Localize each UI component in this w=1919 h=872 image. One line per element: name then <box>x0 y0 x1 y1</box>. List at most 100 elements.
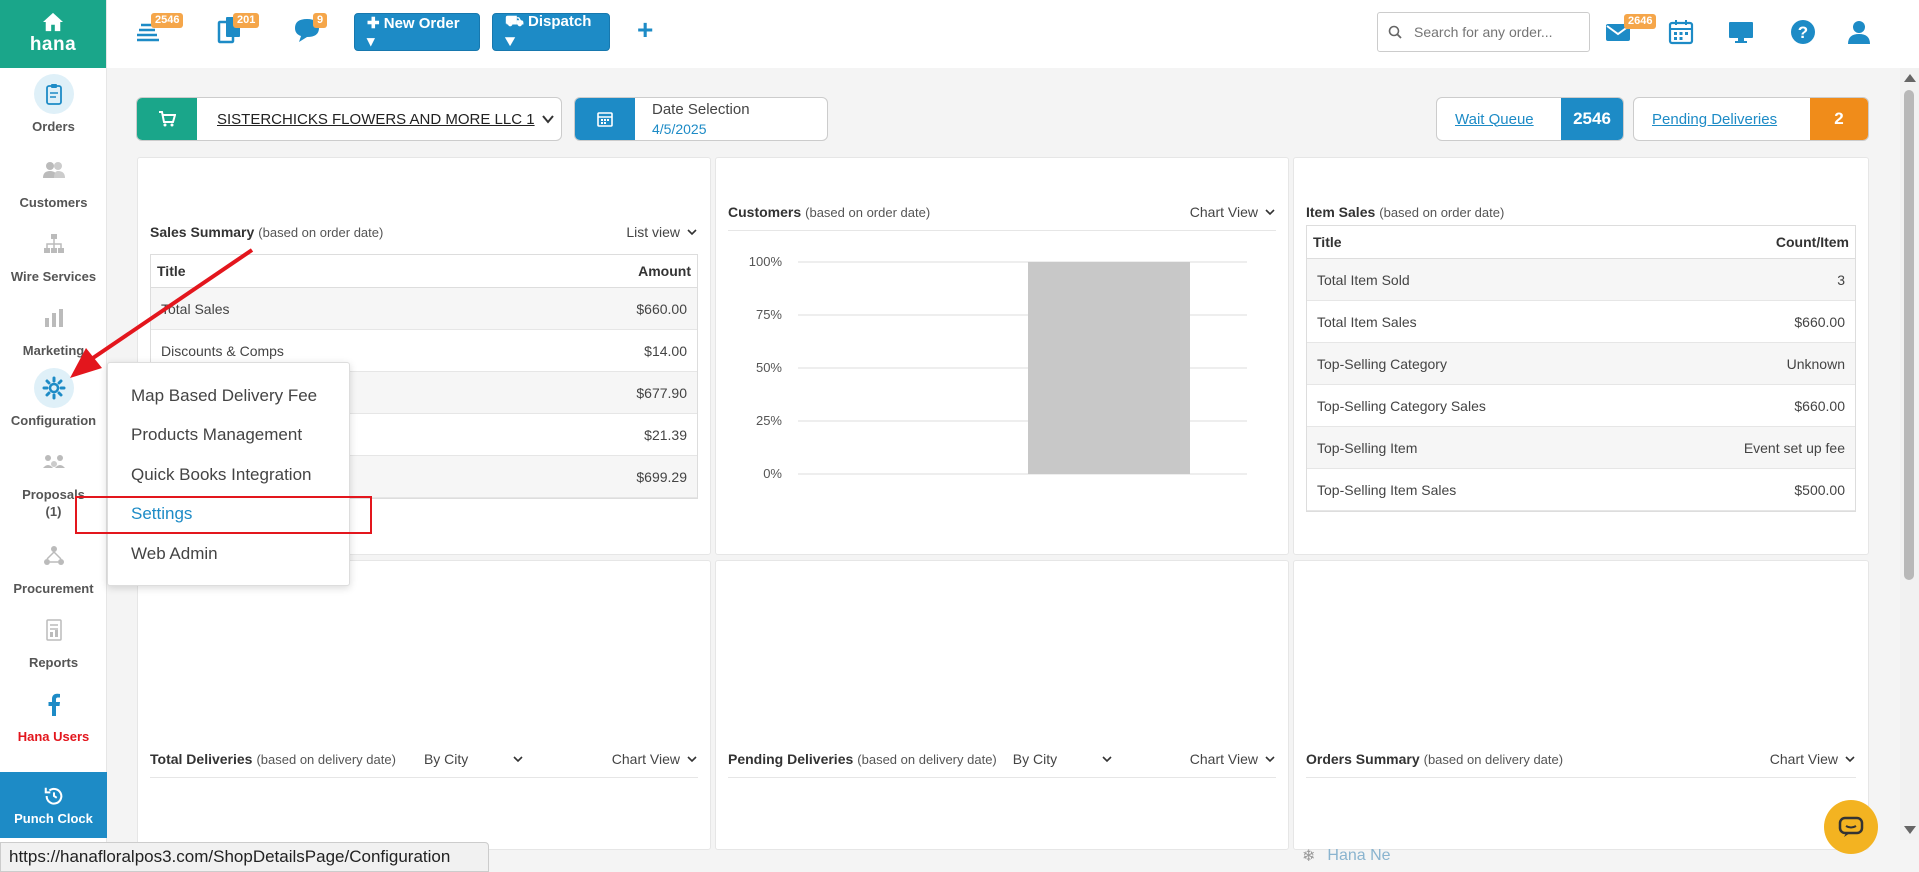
chevron-down-icon <box>1265 756 1275 763</box>
row-value: $660.00 <box>1640 300 1855 343</box>
sidebar-item-marketing[interactable]: Marketing <box>0 298 107 359</box>
sidebar-item-wire-services[interactable]: Wire Services <box>0 224 107 285</box>
y-tick-label: 50% <box>756 360 782 375</box>
pending-deliveries-box[interactable]: Pending Deliveries 2 <box>1633 97 1869 141</box>
group-by-dropdown[interactable]: By City <box>424 751 524 767</box>
dispatch-button[interactable]: ⛟ Dispatch ▾ <box>492 13 610 51</box>
scroll-up-arrow[interactable] <box>1904 74 1916 82</box>
row-amount: $14.00 <box>516 329 697 372</box>
chevron-down-icon <box>1845 756 1855 763</box>
sidebar-item-reports[interactable]: Reports <box>0 610 107 671</box>
chevron-down-icon <box>541 115 554 124</box>
y-tick-label: 25% <box>756 413 782 428</box>
logo[interactable]: hana <box>0 0 106 68</box>
punch-clock-label: Punch Clock <box>14 810 93 826</box>
col-count: Count/Item <box>1640 226 1855 259</box>
sidebar-item-label: Wire Services <box>10 269 97 284</box>
scroll-thumb[interactable] <box>1904 90 1914 580</box>
add-button[interactable]: + <box>637 14 653 46</box>
sidebar-item-configuration[interactable]: Configuration <box>0 368 107 429</box>
chevron-down-icon <box>687 229 697 236</box>
queue-badge: 2546 <box>151 13 184 28</box>
date-selector[interactable]: Date Selection 4/5/2025 <box>574 97 828 141</box>
logo-text: hana <box>29 34 77 55</box>
date-label: Date Selection <box>652 101 750 118</box>
punch-clock-button[interactable]: Punch Clock <box>0 772 107 838</box>
chevron-down-icon <box>1102 756 1112 763</box>
mail-button[interactable]: 2646 <box>1604 14 1657 48</box>
new-order-button[interactable]: ✚ New Order ▾ <box>354 13 480 51</box>
monitor-button[interactable] <box>1727 18 1757 48</box>
pending-deliveries-count: 2 <box>1810 98 1868 140</box>
facebook-icon <box>48 693 60 716</box>
chat-button[interactable]: 9 <box>291 13 328 50</box>
card-title: Sales Summary <box>150 224 255 240</box>
view-label: Chart View <box>1189 751 1258 767</box>
sidebar: hana Orders Customers Wire Services Mark… <box>0 0 107 872</box>
report-icon <box>45 619 62 641</box>
search-input[interactable] <box>1414 24 1584 40</box>
network-icon <box>43 546 64 565</box>
page-scrollbar[interactable] <box>1900 68 1919 840</box>
sidebar-item-procurement[interactable]: Procurement <box>0 536 107 597</box>
shop-selector[interactable]: SISTERCHICKS FLOWERS AND MORE LLC 1 <box>136 97 562 141</box>
help-button[interactable]: ? <box>1789 18 1819 48</box>
customers-chart: 100% 75% 50% 25% 0% <box>749 254 1247 481</box>
menu-item-web-admin[interactable]: Web Admin <box>131 544 218 564</box>
group-by-dropdown[interactable]: By City <box>1013 751 1113 767</box>
chat-widget-button[interactable] <box>1824 800 1878 854</box>
sidebar-item-label: Marketing <box>22 343 85 358</box>
item-sales-table: Title Count/Item Total Item Sold 3 Total … <box>1307 226 1855 511</box>
wait-queue-box[interactable]: Wait Queue 2546 <box>1436 97 1624 141</box>
row-title: Top-Selling Category Sales <box>1307 384 1641 427</box>
view-dropdown[interactable]: Chart View <box>612 751 698 767</box>
menu-item-map-based-delivery-fee[interactable]: Map Based Delivery Fee <box>131 386 317 406</box>
card-subtitle: (based on order date) <box>258 224 384 240</box>
hana-news-ticker[interactable]: ❄ Hana Ne <box>1302 846 1391 866</box>
item-sales-card: Item Sales (based on order date) Title C… <box>1293 157 1869 555</box>
sidebar-item-label: Customers <box>19 195 88 210</box>
view-dropdown[interactable]: Chart View <box>1190 751 1276 767</box>
sidebar-item-orders[interactable]: Orders <box>0 74 107 135</box>
wait-queue-link[interactable]: Wait Queue <box>1437 111 1552 128</box>
row-amount: $677.90 <box>516 371 697 414</box>
card-title: Total Deliveries <box>150 751 253 767</box>
sitemap-icon <box>43 234 64 253</box>
search-icon <box>1388 25 1402 39</box>
item-sales-table-wrap: Title Count/Item Total Item Sold 3 Total … <box>1306 225 1856 512</box>
row-amount: $699.29 <box>516 455 697 498</box>
chart-bar[interactable] <box>1028 262 1190 474</box>
news-text: Hana Ne <box>1327 847 1391 864</box>
monitor-icon <box>1729 22 1753 43</box>
calendar-icon <box>597 112 613 127</box>
menu-item-products-management[interactable]: Products Management <box>131 425 302 445</box>
table-row: Total Item Sales $660.00 <box>1307 300 1855 343</box>
view-dropdown[interactable]: List view <box>626 224 698 240</box>
scroll-down-arrow[interactable] <box>1904 826 1916 834</box>
view-label: Chart View <box>1769 751 1838 767</box>
menu-item-quick-books-integration[interactable]: Quick Books Integration <box>131 465 311 485</box>
row-value: $500.00 <box>1640 468 1855 511</box>
sidebar-item-label: Procurement <box>13 581 94 596</box>
sidebar-item-customers[interactable]: Customers <box>0 150 107 211</box>
bar-chart-icon <box>44 309 63 327</box>
table-row: Top-Selling Category Unknown <box>1307 342 1855 385</box>
search-box <box>1377 12 1590 52</box>
chat-bubble-icon <box>1838 816 1864 837</box>
table-row: Top-Selling Category Sales $660.00 <box>1307 384 1855 427</box>
calendar-button[interactable] <box>1667 18 1697 48</box>
table-row: Top-Selling Item Sales $500.00 <box>1307 468 1855 511</box>
group-by-label: By City <box>1012 751 1058 767</box>
view-dropdown[interactable]: Chart View <box>1770 751 1856 767</box>
sidebar-item-label: Configuration <box>10 413 97 428</box>
view-label: List view <box>626 224 680 240</box>
user-button[interactable] <box>1845 18 1875 48</box>
sidebar-item-label: Orders <box>32 119 75 134</box>
sidebar-item-hana-users[interactable]: Hana Users <box>0 684 107 745</box>
orders-summary-header: Orders Summary (based on delivery date) … <box>1306 751 1856 778</box>
pending-deliveries-link[interactable]: Pending Deliveries <box>1634 111 1795 128</box>
copies-button[interactable]: 201 <box>215 13 260 50</box>
chevron-down-icon <box>513 756 523 763</box>
queue-button[interactable]: 2546 <box>133 13 184 50</box>
row-value: Unknown <box>1640 342 1855 385</box>
